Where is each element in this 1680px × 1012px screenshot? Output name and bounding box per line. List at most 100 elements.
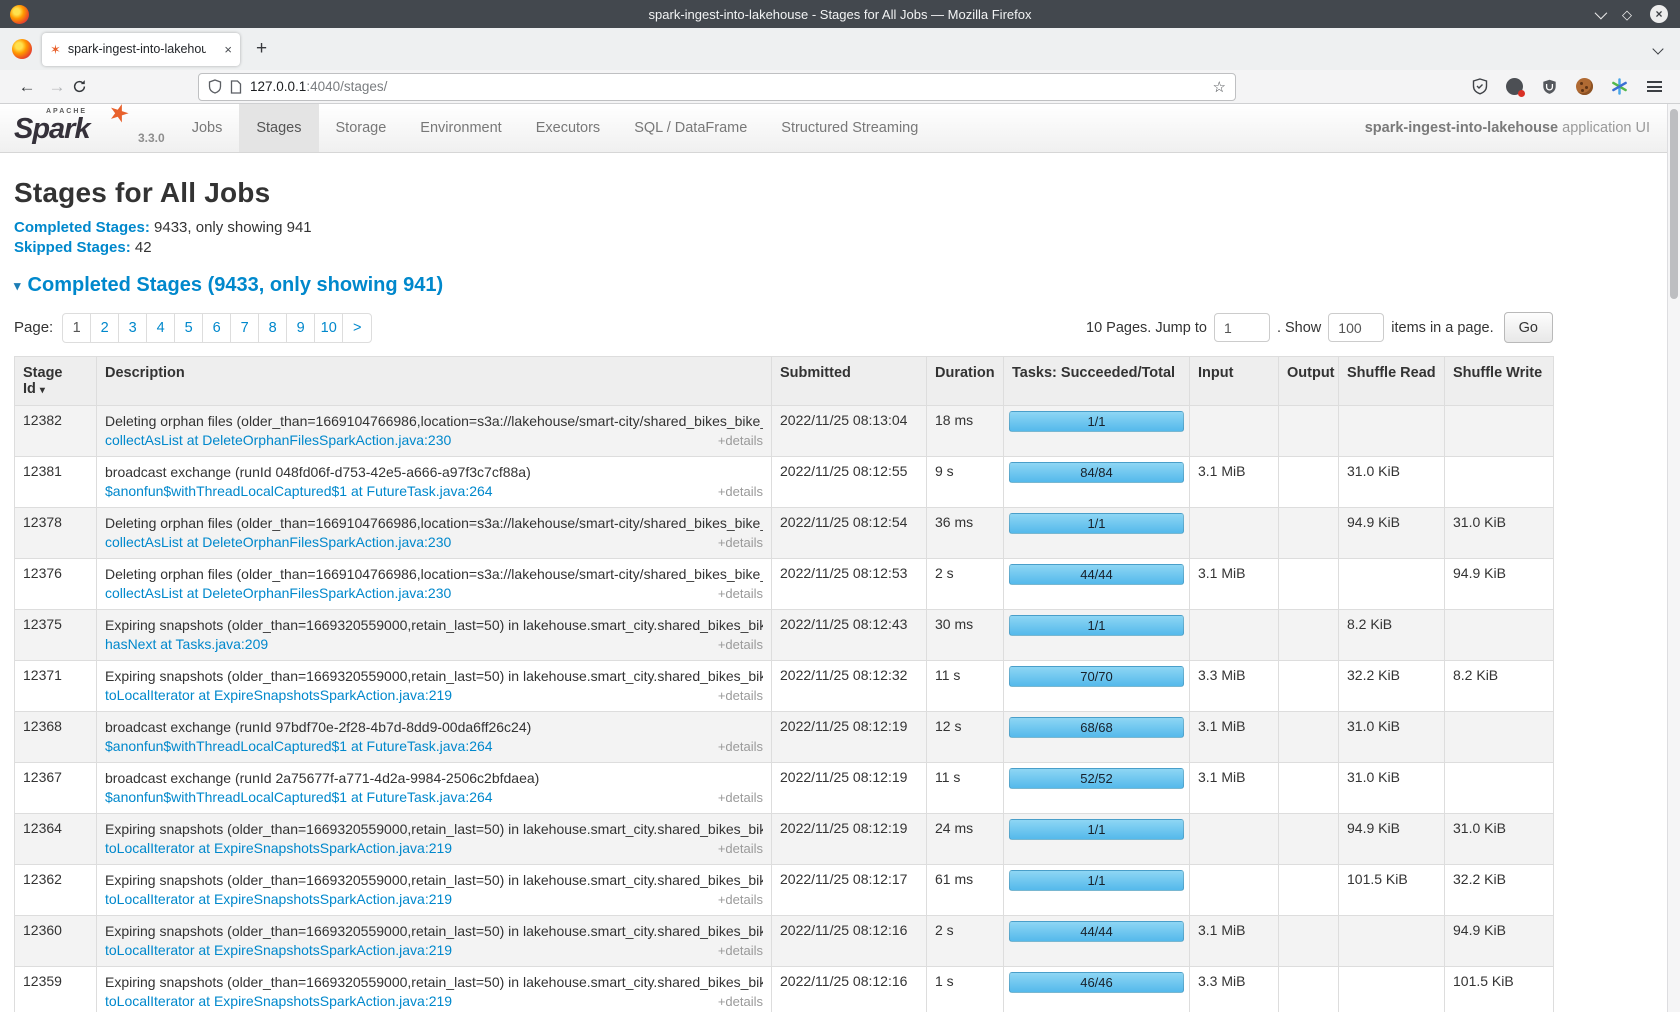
reload-button[interactable]	[72, 79, 102, 94]
completed-stages-stat: Completed Stages: 9433, only showing 941	[14, 219, 1553, 236]
completed-stages-section-toggle[interactable]: ▾ Completed Stages (9433, only showing 9…	[14, 274, 1553, 297]
spark-navbar: APACHE Spark ★ 3.3.0 JobsStagesStorageEn…	[0, 104, 1680, 153]
nav-tab[interactable]: Stages	[239, 104, 318, 152]
close-button[interactable]: ×	[1650, 5, 1668, 23]
go-button[interactable]: Go	[1504, 312, 1553, 343]
nav-tab[interactable]: Executors	[519, 104, 617, 152]
output-cell	[1279, 814, 1339, 865]
stage-callsite-link[interactable]: toLocalIterator at ExpireSnapshotsSparkA…	[105, 941, 452, 960]
stage-callsite-link[interactable]: $anonfun$withThreadLocalCaptured$1 at Fu…	[105, 788, 493, 807]
stage-callsite-link[interactable]: collectAsList at DeleteOrphanFilesSparkA…	[105, 533, 451, 552]
col-tasks[interactable]: Tasks: Succeeded/Total	[1004, 357, 1190, 406]
details-toggle[interactable]: +details	[710, 533, 763, 552]
details-toggle[interactable]: +details	[710, 482, 763, 501]
stage-callsite-link[interactable]: toLocalIterator at ExpireSnapshotsSparkA…	[105, 890, 452, 909]
page-number[interactable]: 10	[315, 314, 343, 342]
stage-callsite-link[interactable]: hasNext at Tasks.java:209	[105, 635, 268, 654]
tasks-progress-bar: 68/68	[1009, 717, 1184, 738]
details-toggle[interactable]: +details	[710, 992, 763, 1011]
scrollbar-thumb[interactable]	[1670, 109, 1678, 299]
page-number[interactable]: 7	[231, 314, 259, 342]
menu-hamburger-icon[interactable]	[1645, 77, 1664, 96]
page-number[interactable]: 8	[259, 314, 287, 342]
back-button[interactable]: ←	[12, 77, 42, 97]
nav-tab[interactable]: Storage	[319, 104, 404, 152]
details-toggle[interactable]: +details	[710, 635, 763, 654]
duration-cell: 18 ms	[927, 406, 1004, 457]
stage-callsite-link[interactable]: toLocalIterator at ExpireSnapshotsSparkA…	[105, 686, 452, 705]
new-tab-button[interactable]: +	[256, 38, 267, 60]
duration-cell: 1 s	[927, 967, 1004, 1012]
col-description[interactable]: Description	[97, 357, 772, 406]
tasks-progress-label: 44/44	[1080, 924, 1113, 939]
stage-callsite-link[interactable]: toLocalIterator at ExpireSnapshotsSparkA…	[105, 992, 452, 1011]
details-toggle[interactable]: +details	[710, 839, 763, 858]
details-toggle[interactable]: +details	[710, 941, 763, 960]
duration-cell: 2 s	[927, 916, 1004, 967]
input-cell: 3.1 MiB	[1190, 763, 1279, 814]
col-submitted[interactable]: Submitted	[772, 357, 927, 406]
colorful-asterisk-extension-icon[interactable]	[1610, 77, 1629, 96]
reload-icon	[72, 79, 87, 94]
stage-callsite-link[interactable]: $anonfun$withThreadLocalCaptured$1 at Fu…	[105, 482, 493, 501]
page-number[interactable]: 4	[147, 314, 175, 342]
stage-callsite-link[interactable]: collectAsList at DeleteOrphanFilesSparkA…	[105, 431, 451, 450]
col-stage-id[interactable]: Stage Id▾	[15, 357, 97, 406]
url-text: 127.0.0.1:4040/stages/	[250, 79, 387, 94]
bitwarden-shield-icon[interactable]	[1470, 77, 1489, 96]
details-toggle[interactable]: +details	[710, 584, 763, 603]
col-shuffle-read[interactable]: Shuffle Read	[1339, 357, 1445, 406]
stage-callsite-link[interactable]: $anonfun$withThreadLocalCaptured$1 at Fu…	[105, 737, 493, 756]
page-info-icon[interactable]	[230, 80, 242, 94]
tab-title: spark-ingest-into-lakehous	[68, 42, 206, 56]
details-toggle[interactable]: +details	[710, 686, 763, 705]
cookie-manager-icon[interactable]	[1575, 77, 1594, 96]
forward-button[interactable]: →	[42, 77, 72, 97]
page-number[interactable]: 5	[175, 314, 203, 342]
page-number[interactable]: 1	[63, 314, 91, 342]
tab-overflow-chevron-icon[interactable]	[1654, 40, 1662, 58]
details-toggle[interactable]: +details	[710, 890, 763, 909]
details-toggle[interactable]: +details	[710, 788, 763, 807]
stage-callsite-link[interactable]: toLocalIterator at ExpireSnapshotsSparkA…	[105, 839, 452, 858]
minimize-button[interactable]	[1595, 10, 1604, 19]
stage-callsite-link[interactable]: collectAsList at DeleteOrphanFilesSparkA…	[105, 584, 451, 603]
nav-tab[interactable]: SQL / DataFrame	[617, 104, 764, 152]
col-input[interactable]: Input	[1190, 357, 1279, 406]
nav-tab[interactable]: Structured Streaming	[764, 104, 935, 152]
col-duration[interactable]: Duration	[927, 357, 1004, 406]
col-output[interactable]: Output	[1279, 357, 1339, 406]
bookmark-star-icon[interactable]: ☆	[1213, 78, 1226, 96]
page-number[interactable]: 6	[203, 314, 231, 342]
firefox-view-icon[interactable]	[12, 39, 32, 59]
input-cell: 3.1 MiB	[1190, 916, 1279, 967]
stage-row: 12376 Deleting orphan files (older_than=…	[15, 559, 1554, 610]
page-number[interactable]: 9	[287, 314, 315, 342]
page-scrollbar[interactable]	[1667, 104, 1680, 1012]
privacy-mask-icon[interactable]	[1505, 77, 1524, 96]
description-cell: Expiring snapshots (older_than=166932055…	[97, 967, 772, 1012]
next-page-button[interactable]: >	[343, 314, 371, 342]
page-label: Page:	[14, 319, 53, 336]
section-title: Completed Stages (9433, only showing 941…	[28, 274, 444, 297]
shield-permissions-icon[interactable]	[208, 79, 222, 94]
maximize-button[interactable]: ◇	[1622, 8, 1632, 21]
col-shuffle-write[interactable]: Shuffle Write	[1445, 357, 1554, 406]
ublock-origin-icon[interactable]	[1540, 77, 1559, 96]
spark-logo[interactable]: APACHE Spark ★	[14, 107, 132, 149]
details-toggle[interactable]: +details	[710, 431, 763, 450]
tasks-progress-bar: 1/1	[1009, 870, 1184, 891]
jump-to-page-input[interactable]	[1214, 313, 1270, 342]
input-cell	[1190, 406, 1279, 457]
nav-tab[interactable]: Jobs	[175, 104, 240, 152]
details-toggle[interactable]: +details	[710, 737, 763, 756]
tab-close-icon[interactable]: ×	[224, 42, 232, 57]
page-number[interactable]: 2	[91, 314, 119, 342]
page-number[interactable]: 3	[119, 314, 147, 342]
stage-row: 12382 Deleting orphan files (older_than=…	[15, 406, 1554, 457]
url-bar[interactable]: 127.0.0.1:4040/stages/ ☆	[198, 73, 1236, 101]
items-per-page-input[interactable]	[1328, 313, 1384, 342]
browser-tab[interactable]: ✶ spark-ingest-into-lakehous ×	[42, 33, 240, 66]
duration-cell: 12 s	[927, 712, 1004, 763]
nav-tab[interactable]: Environment	[403, 104, 518, 152]
